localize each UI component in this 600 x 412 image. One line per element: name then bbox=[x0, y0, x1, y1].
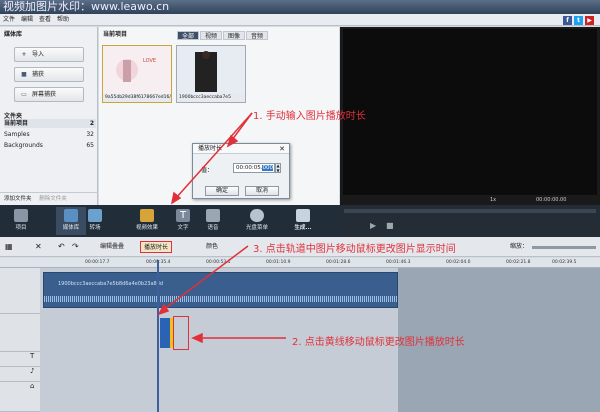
annotation-step-1: 1. 手动输入图片播放时长 bbox=[253, 111, 366, 122]
annotation-step-3: 3. 点击轨道中图片移动鼠标更改图片显示时间 bbox=[253, 244, 456, 255]
annotation-step-2: 2. 点击黄线移动鼠标更改图片播放时长 bbox=[292, 337, 465, 348]
annotation-arrows bbox=[157, 112, 286, 344]
